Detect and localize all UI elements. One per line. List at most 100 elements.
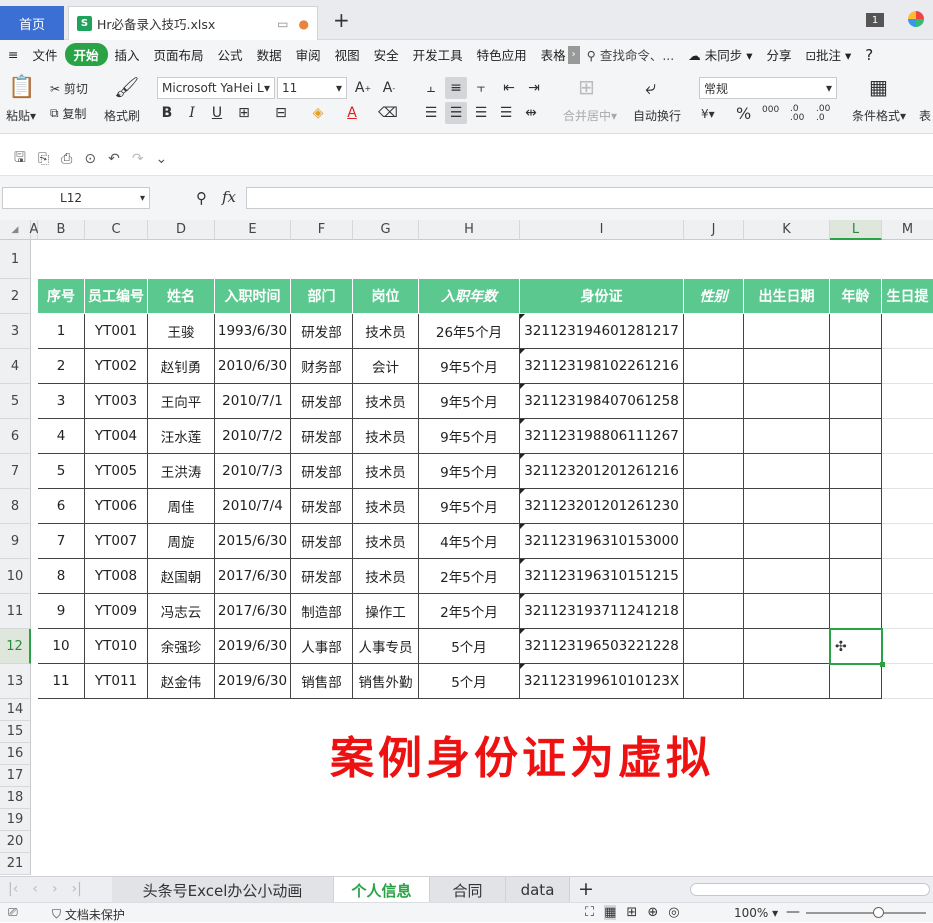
table-cell[interactable] <box>830 419 882 454</box>
sheet-tab-1[interactable]: 个人信息 <box>334 877 430 903</box>
fullscreen-icon[interactable]: ⛶ <box>585 905 594 920</box>
fill-color-icon[interactable]: ◈ <box>307 102 329 124</box>
wrap-text-button[interactable]: 自动换行 <box>633 107 681 124</box>
table-cell[interactable] <box>684 524 744 559</box>
prev-sheet-icon[interactable]: ‹ <box>32 881 38 897</box>
zoom-slider[interactable] <box>806 912 926 914</box>
increase-decimal-icon[interactable]: .0 .00 <box>790 105 808 123</box>
table-cell[interactable] <box>684 349 744 384</box>
table-cell[interactable] <box>882 524 933 559</box>
table-cell[interactable]: 2019/6/30 <box>215 664 291 699</box>
table-cell[interactable]: 制造部 <box>291 594 353 629</box>
row-header-16[interactable]: 16 <box>0 743 31 765</box>
table-cell[interactable] <box>882 314 933 349</box>
column-header-b[interactable]: B <box>38 220 85 240</box>
table-cell[interactable]: YT008 <box>85 559 148 594</box>
table-cell[interactable]: 321123196310153000 <box>520 524 684 559</box>
table-cell[interactable] <box>744 524 830 559</box>
page-break-icon[interactable]: ⊞ <box>626 905 637 920</box>
border-icon[interactable]: ⊞ <box>233 102 255 124</box>
table-cell[interactable]: 9 <box>38 594 85 629</box>
table-cell[interactable] <box>882 349 933 384</box>
table-cell[interactable]: YT002 <box>85 349 148 384</box>
row-header-10[interactable]: 10 <box>0 559 31 594</box>
table-style-button[interactable]: 表 <box>919 107 931 124</box>
table-cell[interactable]: 6 <box>38 489 85 524</box>
table-cell[interactable]: 王洪涛 <box>148 454 215 489</box>
table-cell[interactable] <box>882 384 933 419</box>
user-avatar-icon[interactable] <box>908 11 924 27</box>
menu-data[interactable]: 数据 <box>250 45 289 64</box>
table-cell[interactable]: 321123201201261230 <box>520 489 684 524</box>
table-cell[interactable] <box>830 489 882 524</box>
cut-button[interactable]: ✂ 剪切 <box>50 80 88 97</box>
next-sheet-icon[interactable]: › <box>52 881 58 897</box>
table-cell[interactable]: 321123194601281217 <box>520 314 684 349</box>
macro-icon[interactable]: ⎚ <box>8 905 18 920</box>
menu-scroll-right-icon[interactable]: › <box>567 45 580 64</box>
column-header-d[interactable]: D <box>148 220 215 240</box>
row-header-9[interactable]: 9 <box>0 524 31 559</box>
table-cell[interactable] <box>684 314 744 349</box>
row-header-21[interactable]: 21 <box>0 853 31 875</box>
table-cell[interactable] <box>684 384 744 419</box>
table-cell[interactable]: YT011 <box>85 664 148 699</box>
table-cell[interactable]: 9年5个月 <box>419 489 520 524</box>
distribute-icon[interactable]: ⇹ <box>520 102 542 124</box>
print-preview-icon[interactable]: ⊙ <box>84 151 96 167</box>
column-header-f[interactable]: F <box>291 220 353 240</box>
table-cell[interactable] <box>882 559 933 594</box>
table-cell[interactable]: 2010/7/3 <box>215 454 291 489</box>
font-family-select[interactable]: Microsoft YaHei L ▾ <box>157 77 275 99</box>
table-cell[interactable]: YT001 <box>85 314 148 349</box>
comment-button[interactable]: ⊡批注 ▾ <box>799 45 859 64</box>
function-icon[interactable]: fx <box>222 188 236 206</box>
table-cell[interactable]: 321123196310151215 <box>520 559 684 594</box>
row-header-3[interactable]: 3 <box>0 314 31 349</box>
table-cell[interactable] <box>744 349 830 384</box>
table-cell[interactable]: YT007 <box>85 524 148 559</box>
menu-home[interactable]: 开始 <box>64 43 108 66</box>
horizontal-scrollbar[interactable] <box>690 883 930 896</box>
row-header-12[interactable]: 12 <box>0 629 31 664</box>
table-header-cell[interactable]: 序号 <box>38 279 85 314</box>
conditional-format-icon[interactable]: ▦ <box>869 75 888 99</box>
row-header-7[interactable]: 7 <box>0 454 31 489</box>
table-cell[interactable]: 技术员 <box>353 454 419 489</box>
home-tab[interactable]: 首页 <box>0 6 64 40</box>
row-header-19[interactable]: 19 <box>0 809 31 831</box>
table-cell[interactable]: 技术员 <box>353 559 419 594</box>
table-cell[interactable]: 研发部 <box>291 559 353 594</box>
menu-table[interactable]: 表格 <box>534 45 568 64</box>
row-header-2[interactable]: 2 <box>0 279 31 314</box>
table-cell[interactable] <box>882 629 933 664</box>
format-painter-button[interactable]: 格式刷 <box>104 107 140 124</box>
row-header-6[interactable]: 6 <box>0 419 31 454</box>
underline-button[interactable]: U <box>206 102 228 124</box>
table-cell[interactable]: 人事专员 <box>353 629 419 664</box>
table-cell[interactable]: 3 <box>38 384 85 419</box>
table-cell[interactable] <box>684 489 744 524</box>
table-cell[interactable]: 研发部 <box>291 489 353 524</box>
redo-icon[interactable]: ↷ <box>132 151 144 167</box>
paste-icon[interactable]: 📋 <box>8 75 35 100</box>
table-cell[interactable]: 9年5个月 <box>419 349 520 384</box>
new-tab-plus-icon[interactable]: + <box>333 8 350 32</box>
table-cell[interactable]: 7 <box>38 524 85 559</box>
table-cell[interactable]: 2010/6/30 <box>215 349 291 384</box>
table-cell[interactable]: 赵金伟 <box>148 664 215 699</box>
conditional-format-button[interactable]: 条件格式 ▾ <box>852 107 906 124</box>
reading-mode-icon[interactable]: ⊕ <box>647 905 658 920</box>
table-cell[interactable] <box>684 419 744 454</box>
table-cell[interactable]: 5个月 <box>419 664 520 699</box>
table-cell[interactable] <box>830 594 882 629</box>
align-left-icon[interactable]: ☰ <box>420 102 442 124</box>
normal-view-icon[interactable]: ▦ <box>604 905 617 920</box>
table-cell[interactable] <box>830 384 882 419</box>
table-cell[interactable]: YT003 <box>85 384 148 419</box>
table-cell[interactable]: 2010/7/2 <box>215 419 291 454</box>
sheet-tab-0[interactable]: 头条号Excel办公小动画 <box>112 877 334 903</box>
menu-file[interactable]: 文件 <box>25 45 64 64</box>
table-cell[interactable]: 2年5个月 <box>419 594 520 629</box>
column-header-a[interactable]: A <box>30 220 38 240</box>
